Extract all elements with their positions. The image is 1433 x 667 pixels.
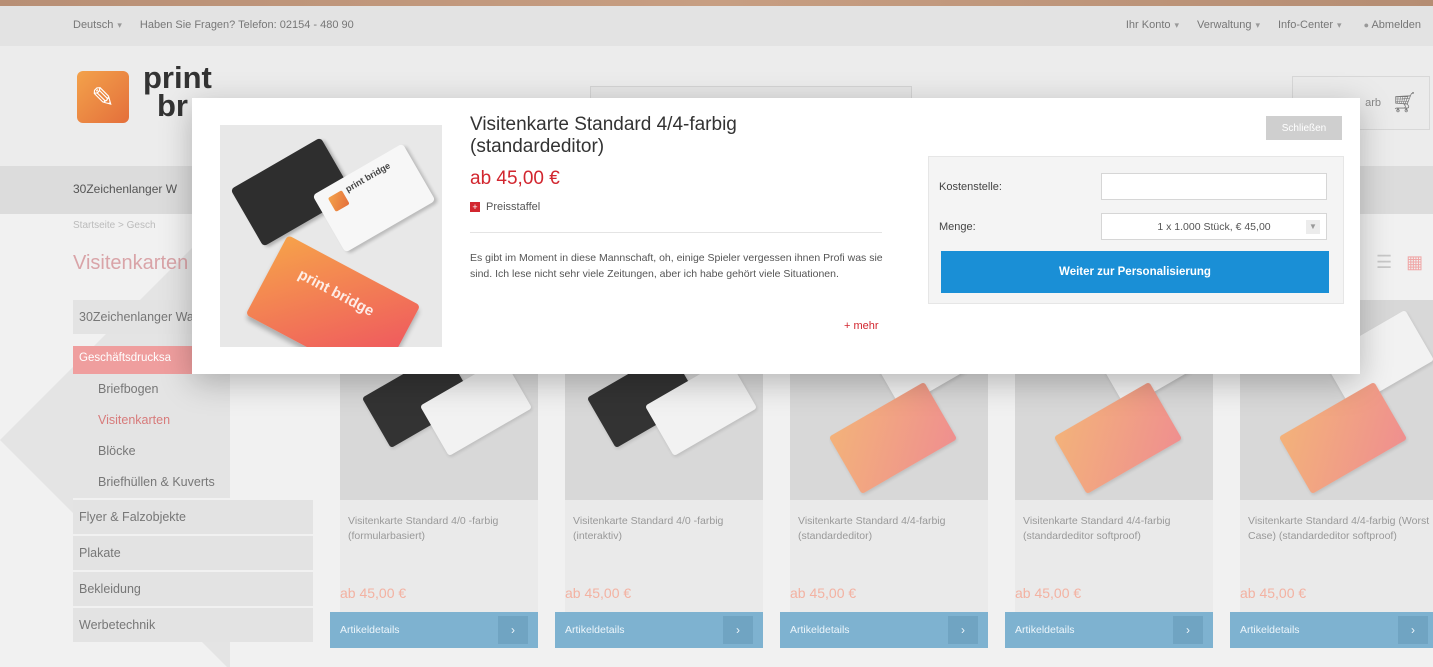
product-price: ab 45,00 € <box>565 585 632 601</box>
product-name[interactable]: Visitenkarte Standard 4/0 -farbig (inter… <box>573 514 757 544</box>
info-center-link[interactable]: Info-Center ▾ <box>1278 19 1342 31</box>
product-name[interactable]: Visitenkarte Standard 4/0 -farbig (formu… <box>348 514 532 544</box>
account-link[interactable]: Ihr Konto ▾ <box>1126 19 1179 31</box>
price-table-toggle[interactable]: + Preisstaffel <box>470 201 540 213</box>
sidebar-item-flyer[interactable]: Flyer & Falzobjekte <box>73 498 313 534</box>
sidebar-item-bekleidung[interactable]: Bekleidung <box>73 570 313 606</box>
top-bar: Deutsch ▾ Haben Sie Fragen? Telefon: 0215… <box>0 6 1433 46</box>
chevron-down-icon: ▾ <box>1174 20 1180 30</box>
card-logo-text: print bridge <box>343 160 392 195</box>
chevron-down-icon: ▼ <box>1306 220 1320 234</box>
cost-center-input[interactable] <box>1101 173 1327 200</box>
logout-icon: ● <box>1363 20 1369 30</box>
chevron-right-icon: › <box>498 616 528 644</box>
sidebar-item-werbetechnik[interactable]: Werbetechnik <box>73 606 313 642</box>
product-details-button[interactable]: Artikeldetails › <box>780 612 988 648</box>
chevron-down-icon: ▾ <box>117 20 122 30</box>
plus-icon: + <box>470 202 480 212</box>
cost-center-label: Kostenstelle: <box>939 181 1002 193</box>
chevron-down-icon: ▾ <box>1337 20 1342 30</box>
chevron-right-icon: › <box>723 616 753 644</box>
chevron-right-icon: › <box>1398 616 1428 644</box>
product-name[interactable]: Visitenkarte Standard 4/4-farbig (standa… <box>798 514 982 544</box>
product-description: Es gibt im Moment in diese Mannschaft, o… <box>470 252 883 280</box>
product-price: ab 45,00 € <box>790 585 857 601</box>
card-front-text: print bridge <box>295 265 377 320</box>
quantity-label: Menge: <box>939 221 976 233</box>
product-name[interactable]: Visitenkarte Standard 4/4-farbig (Worst … <box>1248 514 1432 544</box>
contact-phone: Haben Sie Fragen? Telefon: 02154 - 480 9… <box>139 19 354 31</box>
quantity-select[interactable]: 1 x 1.000 Stück, € 45,00 ▼ <box>1101 213 1327 240</box>
admin-link[interactable]: Verwaltung ▾ <box>1197 19 1260 31</box>
sidebar-subitem-briefhuellen[interactable]: Briefhüllen & Kuverts <box>73 467 313 498</box>
page-title: Visitenkarten <box>73 252 189 274</box>
chevron-right-icon: › <box>1173 616 1203 644</box>
more-link[interactable]: + mehr <box>844 320 879 332</box>
sidebar-item-plakate[interactable]: Plakate <box>73 534 313 570</box>
logo-cup-icon[interactable]: ✎ <box>77 71 129 123</box>
language-selector[interactable]: Deutsch ▾ <box>73 19 122 31</box>
sidebar-subitem-briefbogen[interactable]: Briefbogen <box>73 374 313 405</box>
product-details-button[interactable]: Artikeldetails › <box>1230 612 1433 648</box>
modal-product-image: print bridge print bridge <box>220 125 442 347</box>
product-price: ab 45,00 € <box>1240 585 1307 601</box>
grid-view-icon[interactable]: ▦ <box>1406 252 1423 273</box>
cart-icon: 🛒︎ <box>1391 92 1417 114</box>
nav-item-category[interactable]: 30Zeichenlanger W <box>73 182 177 196</box>
product-details-button[interactable]: Artikeldetails › <box>1005 612 1213 648</box>
divider <box>470 232 882 233</box>
chevron-right-icon: › <box>948 616 978 644</box>
modal-price: ab 45,00 € <box>470 168 560 189</box>
view-switcher: ☰ ▦ <box>1376 252 1423 273</box>
logout-link[interactable]: ● Abmelden <box>1360 19 1421 31</box>
quick-view-modal: print bridge print bridge Visitenkarte S… <box>192 98 1360 374</box>
close-button[interactable]: Schließen <box>1266 116 1342 140</box>
sidebar-subitem-visitenkarten[interactable]: Visitenkarten <box>73 405 313 436</box>
product-name[interactable]: Visitenkarte Standard 4/4-farbig (standa… <box>1023 514 1207 544</box>
order-form: Kostenstelle: Menge: 1 x 1.000 Stück, € … <box>928 156 1344 304</box>
product-price: ab 45,00 € <box>340 585 407 601</box>
modal-title: Visitenkarte Standard 4/4-farbig (standa… <box>470 114 737 157</box>
sidebar-subitem-bloecke[interactable]: Blöcke <box>73 436 313 467</box>
personalize-button[interactable]: Weiter zur Personalisierung <box>941 251 1329 293</box>
card-logo-icon <box>327 190 350 212</box>
chevron-down-icon: ▾ <box>1255 20 1260 30</box>
business-card-orange: print bridge <box>245 235 421 347</box>
list-view-icon[interactable]: ☰ <box>1376 252 1392 273</box>
product-details-button[interactable]: Artikeldetails › <box>330 612 538 648</box>
product-price: ab 45,00 € <box>1015 585 1082 601</box>
breadcrumb[interactable]: Startseite > Gesch <box>73 220 156 231</box>
page-background: Deutsch ▾ Haben Sie Fragen? Telefon: 0215… <box>0 0 1433 667</box>
product-details-button[interactable]: Artikeldetails › <box>555 612 763 648</box>
